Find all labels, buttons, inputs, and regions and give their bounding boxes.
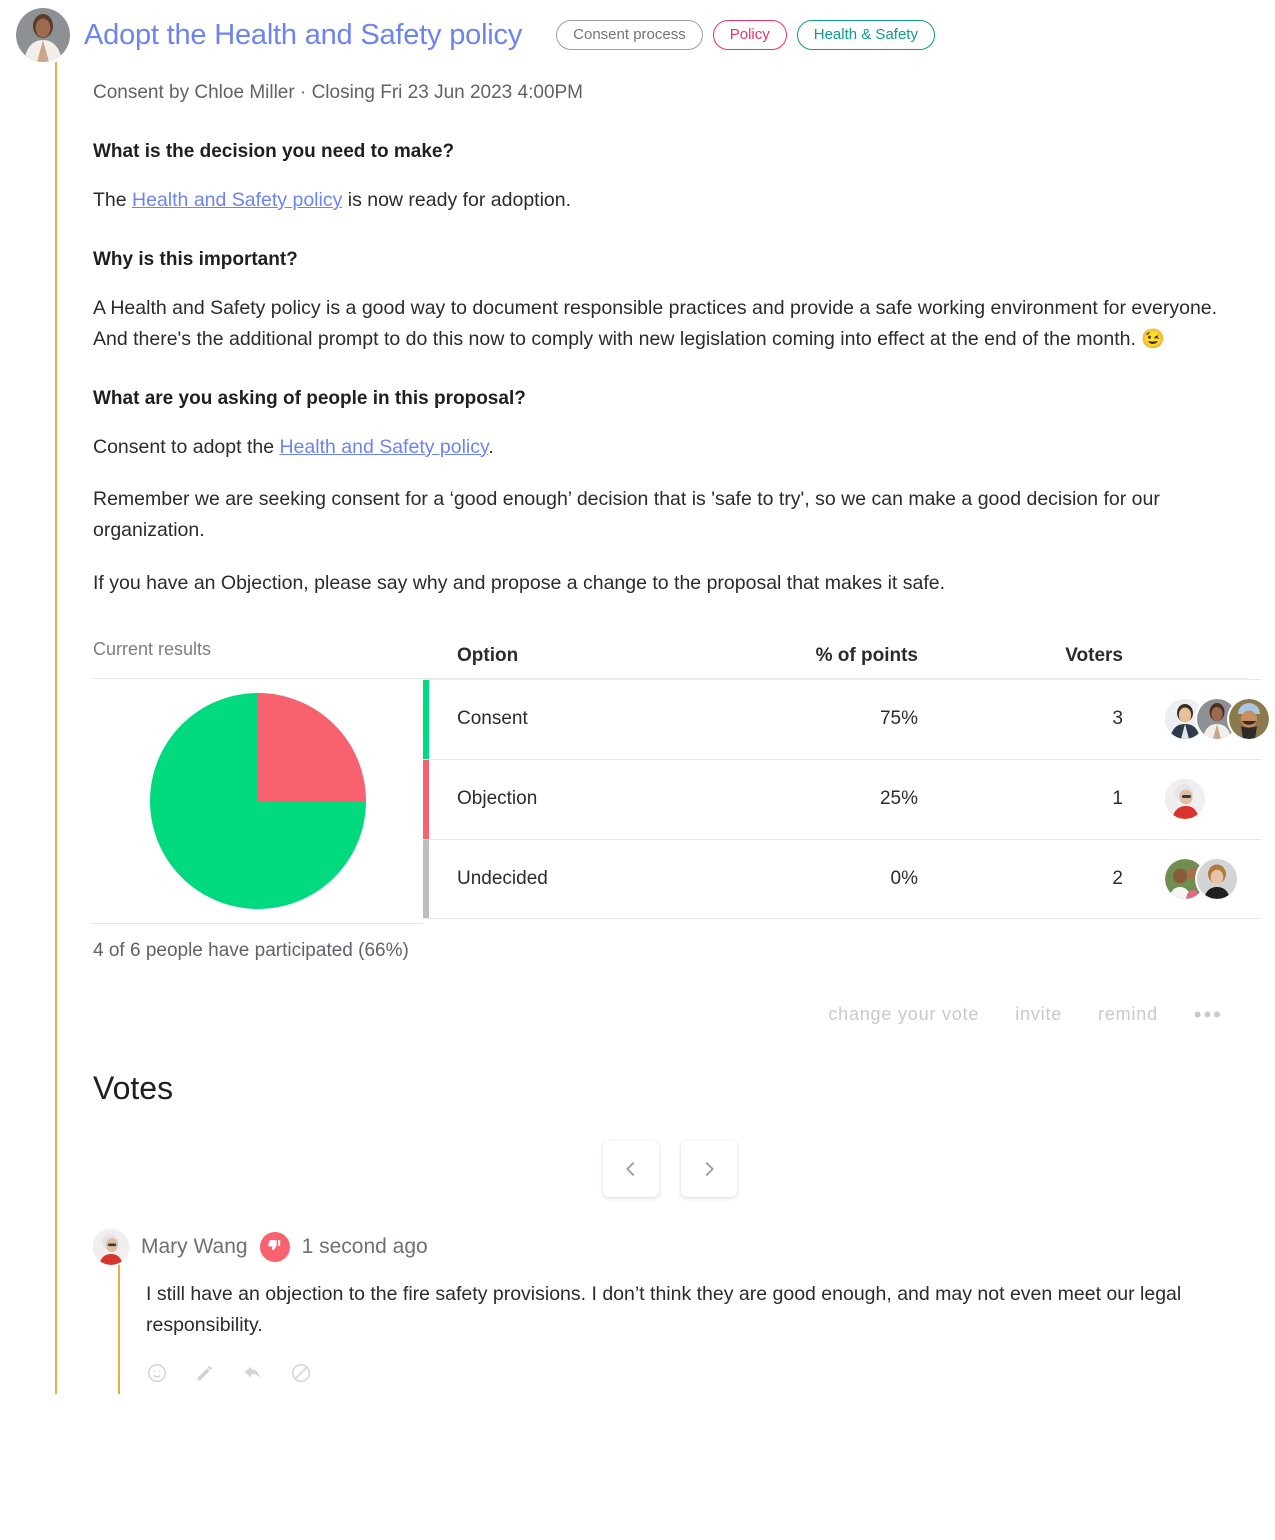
table-row[interactable]: Consent 75% 3 bbox=[423, 678, 1269, 759]
table-row[interactable]: Objection 25% 1 bbox=[423, 758, 1261, 839]
block-icon[interactable] bbox=[290, 1362, 312, 1384]
comment-header: Mary Wang 1 second ago bbox=[93, 1228, 1247, 1265]
row-avatars-objection bbox=[1123, 779, 1261, 820]
next-page-button[interactable] bbox=[681, 1140, 737, 1197]
pie-chart-cell bbox=[93, 679, 423, 924]
row-avatars-undecided bbox=[1123, 858, 1261, 899]
voter-avatar-short-haired-woman[interactable] bbox=[1197, 858, 1237, 899]
paragraph-remember: Remember we are seeking consent for a ‘g… bbox=[93, 488, 1160, 542]
row-avatars-consent bbox=[1123, 699, 1269, 740]
row-option-objection: Objection bbox=[457, 788, 538, 810]
text-after-link: is now ready for adoption. bbox=[342, 189, 572, 211]
column-header-percent: % of points bbox=[815, 644, 918, 666]
results-table-header: Option % of points Voters bbox=[423, 633, 1261, 679]
results-panel: Option % of points Voters Consent 75% 3 bbox=[93, 645, 1269, 924]
tag-policy[interactable]: Policy bbox=[712, 20, 787, 50]
row-percent-consent: 75% bbox=[879, 708, 918, 730]
text-after-link-2: . bbox=[488, 435, 494, 458]
results-pie-chart bbox=[150, 692, 366, 909]
paragraph-decision: The Health and Safety policy is now read… bbox=[93, 185, 1247, 216]
row-option-consent: Consent bbox=[457, 708, 528, 730]
reply-icon[interactable] bbox=[242, 1362, 264, 1384]
invite-button[interactable]: invite bbox=[1015, 1004, 1062, 1025]
proposal-post: Adopt the Health and Safety policy Conse… bbox=[0, 0, 1275, 1395]
avatar-image bbox=[16, 8, 70, 62]
comment-tools bbox=[146, 1362, 1247, 1384]
row-voters-consent: 3 bbox=[1112, 708, 1123, 730]
row-option-undecided: Undecided bbox=[457, 867, 548, 889]
edit-icon[interactable] bbox=[194, 1362, 216, 1384]
post-meta: Consent by Chloe Miller · Closing Fri 23… bbox=[93, 82, 584, 103]
paragraph-objection-guidance: If you have an Objection, please say why… bbox=[93, 572, 946, 594]
health-and-safety-policy-link-2[interactable]: Health and Safety policy bbox=[279, 436, 488, 458]
emoji-react-icon[interactable] bbox=[146, 1362, 168, 1384]
tag-list: Consent process Policy Health & Safety bbox=[556, 20, 935, 50]
heading-importance: Why is this important? bbox=[93, 248, 298, 270]
page-title: Adopt the Health and Safety policy bbox=[84, 18, 523, 51]
winking-face-icon: 😉 bbox=[1141, 328, 1165, 350]
paragraph-importance: A Health and Safety policy is a good way… bbox=[93, 293, 1247, 355]
text-before-link: The bbox=[93, 189, 133, 211]
tag-health-and-safety[interactable]: Health & Safety bbox=[796, 20, 935, 50]
change-your-vote-button[interactable]: change your vote bbox=[828, 1004, 979, 1025]
comment-timestamp: 1 second ago bbox=[301, 1234, 428, 1258]
health-and-safety-policy-link[interactable]: Health and Safety policy bbox=[132, 189, 342, 211]
comment-author-avatar[interactable] bbox=[93, 1228, 129, 1265]
column-header-option: Option bbox=[457, 644, 519, 666]
results-actions: change your vote invite remind ••• bbox=[93, 1003, 1247, 1026]
row-color-bar bbox=[423, 839, 429, 918]
author-avatar[interactable] bbox=[16, 8, 70, 62]
chevron-left-icon bbox=[626, 1161, 635, 1176]
remind-button[interactable]: remind bbox=[1098, 1004, 1158, 1025]
comment-text: I still have an objection to the fire sa… bbox=[146, 1282, 1182, 1336]
heading-decision: What is the decision you need to make? bbox=[93, 141, 455, 162]
row-percent-objection: 25% bbox=[879, 788, 918, 810]
row-percent-undecided: 0% bbox=[890, 867, 918, 889]
text-before-link-2: Consent to adopt the bbox=[93, 435, 280, 458]
comment-body: I still have an objection to the fire sa… bbox=[118, 1264, 1247, 1395]
row-color-bar bbox=[423, 759, 429, 839]
heading-asking: What are you asking of people in this pr… bbox=[93, 387, 526, 409]
thumbs-down-icon bbox=[259, 1231, 290, 1262]
tag-consent-process[interactable]: Consent process bbox=[556, 20, 703, 50]
results-table: Option % of points Voters Consent 75% 3 bbox=[423, 633, 1269, 924]
row-voters-undecided: 2 bbox=[1112, 867, 1123, 889]
post-header: Adopt the Health and Safety policy Conse… bbox=[0, 0, 1275, 62]
table-row[interactable]: Undecided 0% 2 bbox=[423, 838, 1261, 919]
row-color-bar bbox=[423, 679, 429, 759]
previous-page-button[interactable] bbox=[603, 1140, 659, 1197]
votes-pagination bbox=[93, 1140, 1247, 1197]
participation-status: 4 of 6 people have participated (66%) bbox=[93, 939, 409, 961]
chevron-right-icon bbox=[705, 1161, 714, 1176]
voter-avatar-man-with-turban[interactable] bbox=[1229, 699, 1269, 740]
row-voters-objection: 1 bbox=[1112, 788, 1123, 810]
voter-avatar-older-woman-glasses[interactable] bbox=[1165, 779, 1205, 820]
votes-heading: Votes bbox=[93, 1069, 174, 1106]
more-options-icon[interactable]: ••• bbox=[1194, 1003, 1223, 1026]
paragraph-asking: Consent to adopt the Health and Safety p… bbox=[93, 432, 1247, 463]
comment-author-name[interactable]: Mary Wang bbox=[141, 1235, 248, 1259]
comment-item: Mary Wang 1 second ago I still have an o… bbox=[93, 1228, 1247, 1395]
paragraph-importance-text: A Health and Safety policy is a good way… bbox=[93, 296, 1218, 350]
thread-rail bbox=[55, 62, 57, 1395]
column-header-voters: Voters bbox=[1065, 644, 1123, 666]
post-body: Consent by Chloe Miller · Closing Fri 23… bbox=[0, 62, 1275, 1395]
